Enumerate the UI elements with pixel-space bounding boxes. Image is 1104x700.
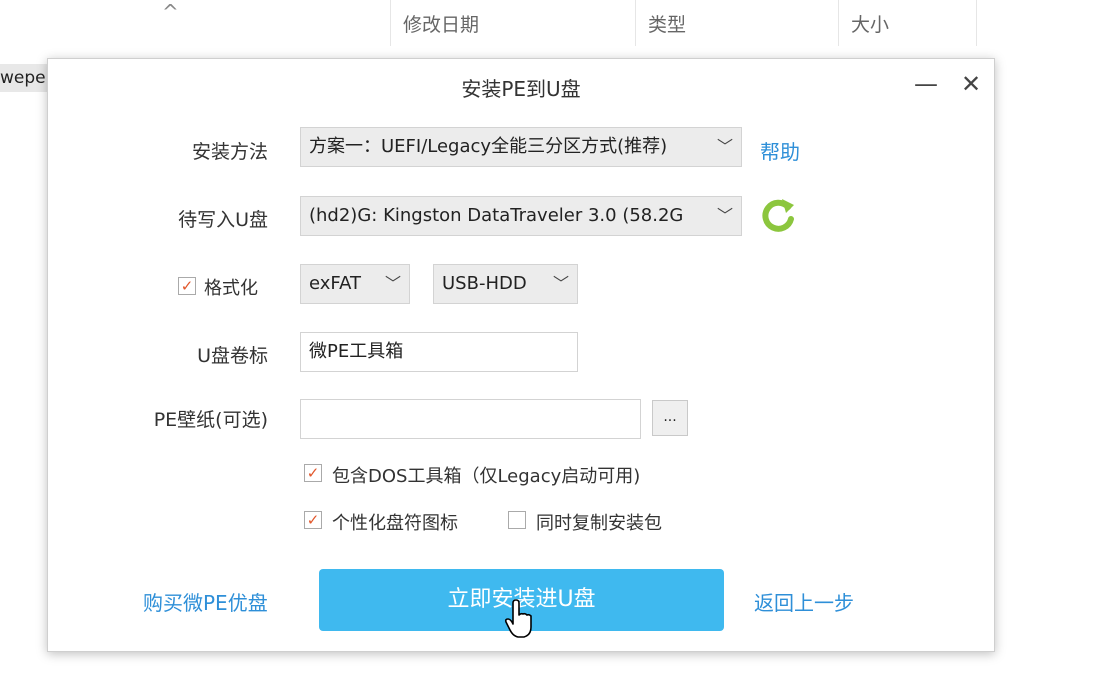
browse-button[interactable]: ...	[652, 400, 688, 436]
copy-package-label: 同时复制安装包	[536, 513, 662, 534]
buy-link[interactable]: 购买微PE优盘	[143, 587, 268, 616]
sort-caret-icon: ^	[162, 0, 179, 24]
target-disk-label: 待写入U盘	[178, 209, 268, 231]
wallpaper-input[interactable]	[300, 399, 641, 439]
chevron-down-icon: ﹀	[552, 274, 569, 293]
volume-label-label: U盘卷标	[197, 345, 268, 367]
hand-cursor-icon	[504, 599, 532, 638]
close-button[interactable]: ✕	[956, 69, 986, 99]
column-type[interactable]: 类型	[635, 0, 838, 46]
wallpaper-label: PE壁纸(可选)	[153, 409, 268, 431]
drive-icon-checkbox[interactable]: ✓	[304, 511, 322, 529]
column-blank	[976, 0, 1104, 46]
boot-mode-select[interactable]: USB-HDD ﹀	[433, 264, 578, 304]
help-link[interactable]: 帮助	[760, 136, 800, 165]
format-checkbox[interactable]: ✓	[178, 277, 196, 295]
filesystem-select[interactable]: exFAT ﹀	[300, 264, 410, 304]
refresh-icon[interactable]	[758, 195, 798, 235]
install-pe-dialog: 安装PE到U盘 — ✕ 安装方法 方案一：UEFI/Legacy全能三分区方式(…	[47, 58, 995, 652]
dialog-title: 安装PE到U盘	[461, 77, 581, 101]
install-method-select[interactable]: 方案一：UEFI/Legacy全能三分区方式(推荐) ﹀	[300, 127, 742, 167]
format-label: 格式化	[204, 278, 258, 299]
volume-label-input[interactable]: 微PE工具箱	[300, 332, 578, 372]
copy-package-checkbox[interactable]	[508, 511, 526, 529]
chevron-down-icon: ﹀	[384, 274, 401, 293]
explorer-header: ^ 修改日期 类型 大小	[0, 0, 1104, 46]
column-size[interactable]: 大小	[838, 0, 976, 46]
dos-toolbox-label: 包含DOS工具箱（仅Legacy启动可用)	[332, 466, 641, 487]
chevron-down-icon: ﹀	[716, 137, 733, 156]
column-modified-date[interactable]: 修改日期	[390, 0, 635, 46]
target-disk-select[interactable]: (hd2)G: Kingston DataTraveler 3.0 (58.2G…	[300, 196, 742, 236]
minimize-button[interactable]: —	[911, 69, 941, 99]
chevron-down-icon: ﹀	[712, 197, 733, 235]
drive-icon-label: 个性化盘符图标	[332, 513, 458, 534]
file-row[interactable]: wepe	[0, 64, 50, 92]
back-link[interactable]: 返回上一步	[754, 587, 854, 616]
install-method-label: 安装方法	[191, 141, 268, 163]
dos-toolbox-checkbox[interactable]: ✓	[304, 464, 322, 482]
